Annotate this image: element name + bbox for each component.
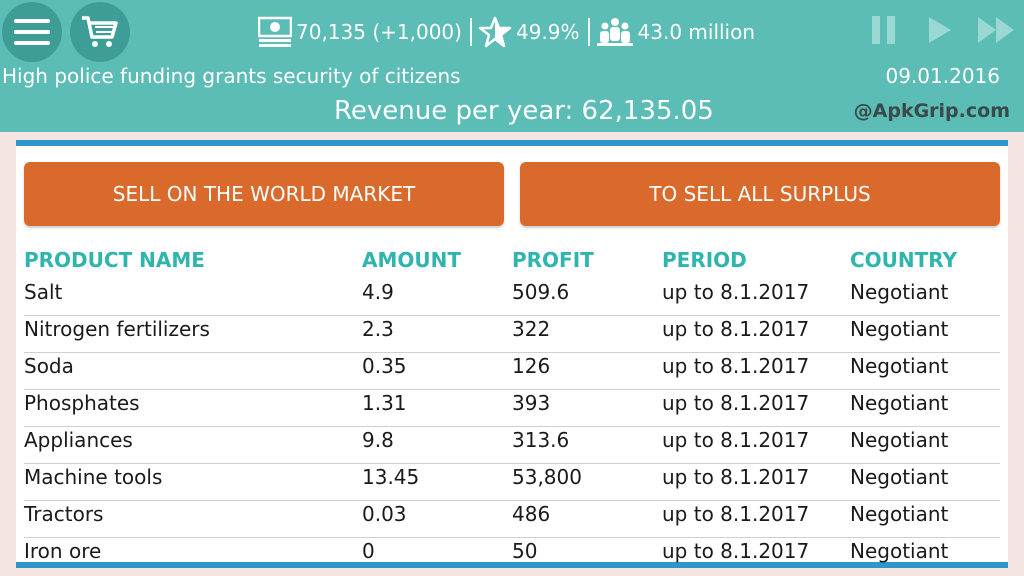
table-row[interactable]: Phosphates 1.31 393 up to 8.1.2017 Negot… (24, 389, 1000, 427)
country: Negotiant (850, 428, 949, 452)
period: up to 8.1.2017 (662, 354, 810, 378)
header-profit: PROFIT (512, 248, 594, 272)
amount: 2.3 (362, 317, 394, 341)
country: Negotiant (850, 502, 949, 526)
country: Negotiant (850, 539, 949, 563)
amount: 13.45 (362, 465, 420, 489)
product-name: Phosphates (24, 391, 140, 415)
country: Negotiant (850, 280, 949, 304)
amount: 1.31 (362, 391, 407, 415)
period: up to 8.1.2017 (662, 465, 810, 489)
product-name: Tractors (24, 502, 104, 526)
star-icon (478, 16, 512, 48)
shop-button[interactable] (70, 2, 130, 62)
period: up to 8.1.2017 (662, 391, 810, 415)
divider (587, 18, 590, 46)
play-icon (929, 17, 951, 43)
header-product-name: PRODUCT NAME (24, 248, 205, 272)
sell-world-market-button[interactable]: SELL ON THE WORLD MARKET (24, 162, 504, 226)
fast-forward-button[interactable] (976, 14, 1018, 50)
header-country: COUNTRY (850, 248, 958, 272)
money-icon (258, 16, 292, 48)
period: up to 8.1.2017 (662, 539, 810, 563)
header-amount: AMOUNT (362, 248, 462, 272)
pause-button[interactable] (870, 14, 898, 50)
table-row[interactable]: Machine tools 13.45 53,800 up to 8.1.201… (24, 463, 1000, 501)
table-row[interactable]: Appliances 9.8 313.6 up to 8.1.2017 Nego… (24, 426, 1000, 464)
product-name: Salt (24, 280, 63, 304)
profit: 322 (512, 317, 551, 341)
rating-value: 49.9% (515, 20, 580, 44)
profit: 50 (512, 539, 538, 563)
table-row[interactable]: Salt 4.9 509.6 up to 8.1.2017 Negotiant (24, 278, 1000, 316)
table-row[interactable]: Soda 0.35 126 up to 8.1.2017 Negotiant (24, 352, 1000, 390)
product-name: Iron ore (24, 539, 102, 563)
country: Negotiant (850, 354, 949, 378)
product-name: Appliances (24, 428, 133, 452)
top-bar: 70,135 (+1,000) 49.9% 43.0 million High … (0, 0, 1024, 132)
amount: 0.35 (362, 354, 407, 378)
profit: 486 (512, 502, 551, 526)
watermark: @ApkGrip.com (853, 100, 1010, 122)
trade-panel: SELL ON THE WORLD MARKET TO SELL ALL SUR… (16, 140, 1008, 568)
period: up to 8.1.2017 (662, 428, 810, 452)
pause-icon (872, 16, 895, 44)
profit: 126 (512, 354, 551, 378)
product-name: Nitrogen fertilizers (24, 317, 210, 341)
country: Negotiant (850, 465, 949, 489)
stats-bar: 70,135 (+1,000) 49.9% 43.0 million (258, 14, 755, 50)
period: up to 8.1.2017 (662, 280, 810, 304)
country: Negotiant (850, 317, 949, 341)
amount: 9.8 (362, 428, 394, 452)
sell-all-surplus-button[interactable]: TO SELL ALL SURPLUS (520, 162, 1000, 226)
profit: 53,800 (512, 465, 582, 489)
population-icon (596, 16, 634, 48)
population-value: 43.0 million (637, 20, 756, 44)
fast-forward-icon (978, 17, 1014, 43)
period: up to 8.1.2017 (662, 502, 810, 526)
menu-icon (14, 19, 50, 45)
amount: 0.03 (362, 502, 407, 526)
period: up to 8.1.2017 (662, 317, 810, 341)
amount: 4.9 (362, 280, 394, 304)
table-row[interactable]: Iron ore 0 50 up to 8.1.2017 Negotiant (24, 537, 1000, 574)
header-period: PERIOD (662, 248, 747, 272)
country: Negotiant (850, 391, 949, 415)
play-button[interactable] (926, 14, 954, 50)
profit: 509.6 (512, 280, 570, 304)
table-row[interactable]: Nitrogen fertilizers 2.3 322 up to 8.1.2… (24, 315, 1000, 353)
profit: 313.6 (512, 428, 570, 452)
product-name: Machine tools (24, 465, 163, 489)
table-row[interactable]: Tractors 0.03 486 up to 8.1.2017 Negotia… (24, 500, 1000, 538)
money-value: 70,135 (+1,000) (296, 20, 462, 44)
product-name: Soda (24, 354, 74, 378)
revenue-per-year: Revenue per year: 62,135.05 (334, 96, 714, 126)
divider (469, 18, 472, 46)
profit: 393 (512, 391, 551, 415)
cart-icon (82, 16, 118, 47)
game-date: 09.01.2016 (885, 64, 1000, 88)
amount: 0 (362, 539, 375, 563)
news-headline: High police funding grants security of c… (2, 64, 461, 88)
menu-button[interactable] (2, 2, 62, 62)
